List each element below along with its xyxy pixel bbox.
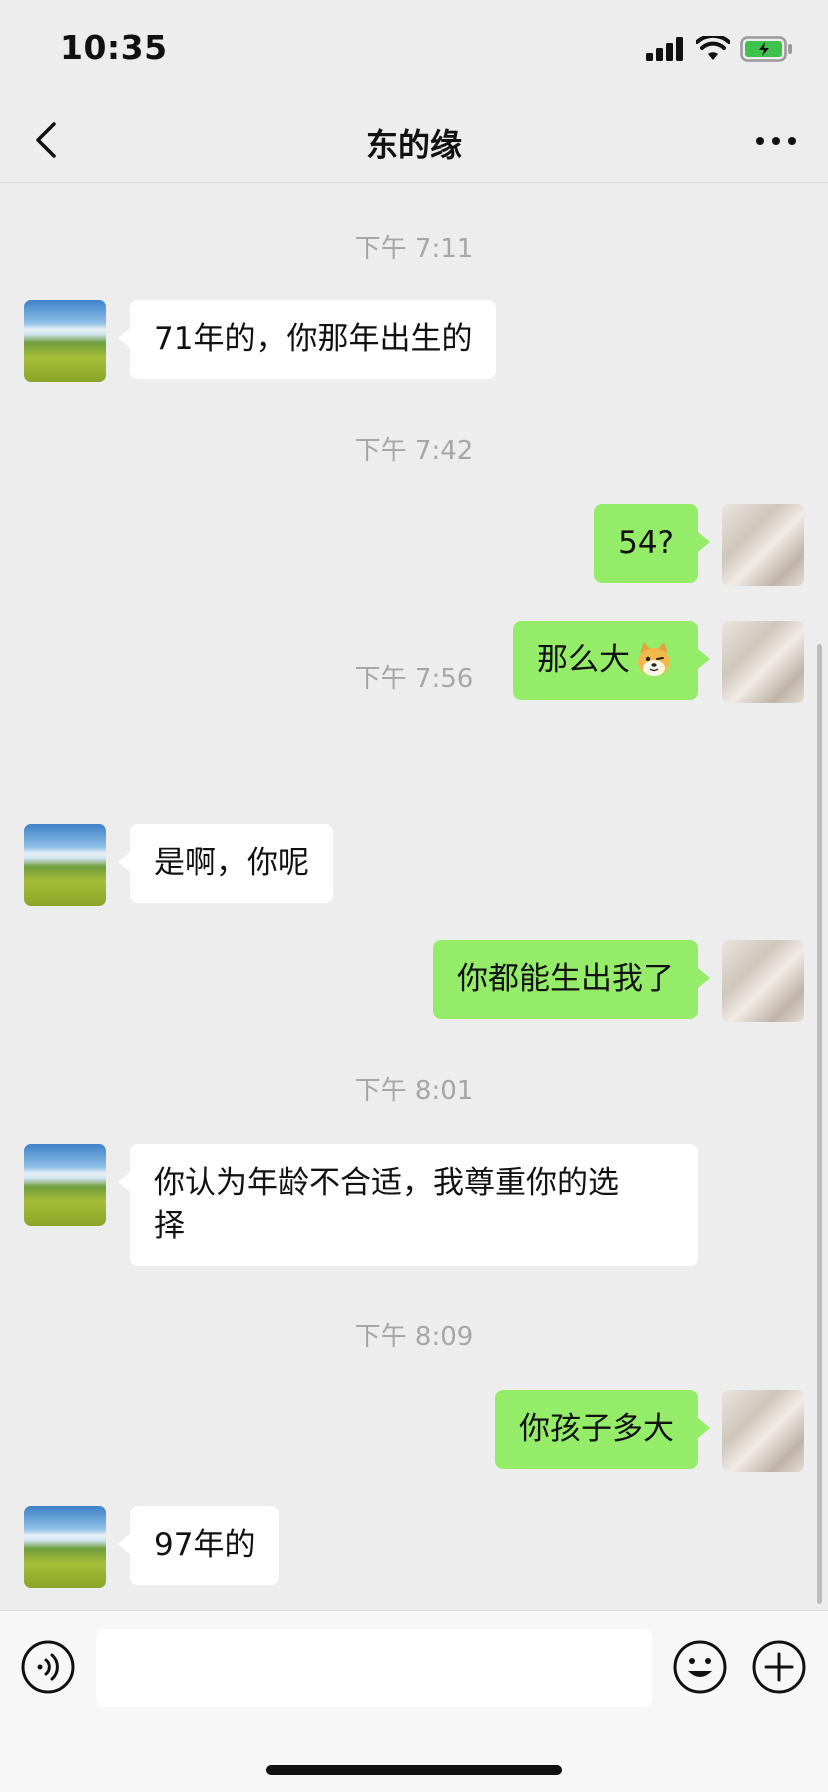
home-indicator[interactable] xyxy=(266,1765,562,1775)
emoji-icon xyxy=(673,1640,727,1694)
more-button[interactable] xyxy=(754,126,798,156)
chat-title: 东的缘 xyxy=(365,126,462,164)
my-avatar[interactable] xyxy=(722,504,804,586)
status-icons xyxy=(646,34,794,64)
wifi-icon xyxy=(696,36,730,60)
contact-avatar[interactable] xyxy=(24,1144,106,1226)
outgoing-message[interactable]: 你都能生出我了 xyxy=(433,940,710,1019)
my-avatar[interactable] xyxy=(722,940,804,1022)
chat-area[interactable]: 下午 7:11 71年的，你那年出生的 下午 7:42 54? 那么大 下午 7… xyxy=(0,184,828,1610)
status-time: 10:35 xyxy=(60,28,168,67)
contact-avatar[interactable] xyxy=(24,1506,106,1588)
nav-bar: 东的缘 xyxy=(0,100,828,183)
timestamp: 下午 8:01 xyxy=(354,1076,474,1106)
timestamp: 下午 7:11 xyxy=(354,234,474,264)
incoming-message[interactable]: 97年的 xyxy=(117,1506,280,1585)
battery-icon xyxy=(740,36,792,62)
emoji-button[interactable] xyxy=(672,1639,728,1695)
voice-button[interactable] xyxy=(20,1639,76,1695)
plus-icon xyxy=(752,1640,806,1694)
contact-avatar[interactable] xyxy=(24,824,106,906)
voice-icon xyxy=(21,1640,75,1694)
contact-avatar[interactable] xyxy=(24,300,106,382)
input-bar xyxy=(0,1610,828,1792)
more-functions-button[interactable] xyxy=(751,1639,807,1695)
incoming-message[interactable]: 71年的，你那年出生的 xyxy=(117,300,497,379)
signal-icon xyxy=(646,37,683,61)
timestamp: 下午 7:56 xyxy=(354,664,474,694)
scrollbar[interactable] xyxy=(817,644,822,1604)
outgoing-message[interactable]: 54? xyxy=(594,504,710,583)
message-line: 你认为年龄不合适，我尊重你的选 xyxy=(154,1165,619,1201)
incoming-message[interactable]: 你认为年龄不合适，我尊重你的选 择 xyxy=(118,1144,698,1266)
outgoing-message[interactable]: 你孩子多大 xyxy=(495,1390,710,1469)
more-horizontal-icon xyxy=(756,137,796,145)
status-bar: 10:35 xyxy=(0,0,828,100)
timestamp: 下午 7:42 xyxy=(354,436,474,466)
my-avatar[interactable] xyxy=(722,1390,804,1472)
incoming-message[interactable]: 是啊，你呢 xyxy=(118,824,333,903)
timestamp: 下午 8:09 xyxy=(354,1322,474,1352)
message-input[interactable] xyxy=(96,1629,652,1707)
message-line: 择 xyxy=(154,1208,185,1244)
